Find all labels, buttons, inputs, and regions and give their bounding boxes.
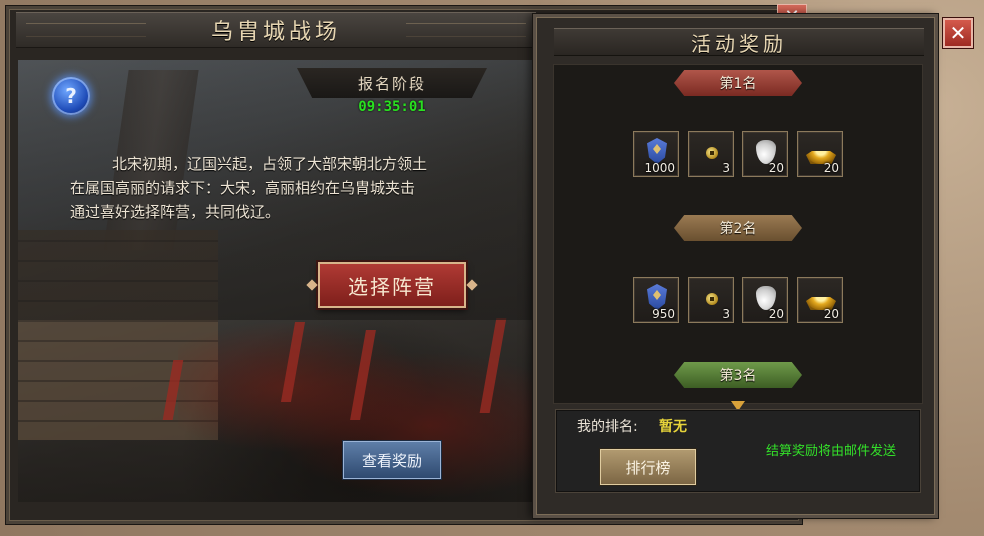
rewards-title: 活动奖励: [691, 31, 787, 56]
story-line: 在属国高丽的请求下：大宋，高丽相约在乌胄城夹击: [70, 179, 416, 197]
title-ornament-left: [26, 23, 146, 37]
rank-banner-1: 第1名: [674, 70, 802, 96]
reward-count: 20: [823, 307, 839, 321]
reward-count: 3: [722, 161, 730, 175]
phase-label: 报名阶段: [357, 74, 426, 93]
copper-coin-icon: [706, 293, 718, 305]
reward-slot[interactable]: 950: [633, 277, 679, 323]
close-button[interactable]: ✕: [943, 18, 973, 48]
view-rewards-button[interactable]: 查看奖励: [343, 441, 441, 479]
reward-slot[interactable]: 20: [797, 277, 843, 323]
copper-coin-icon: [706, 147, 718, 159]
reward-count: 950: [652, 307, 675, 321]
rank-label: 第2名: [719, 221, 757, 237]
choose-camp-label: 选择阵营: [348, 274, 436, 299]
battlefield-title-bar: 乌胄城战场: [16, 12, 536, 48]
leaderboard-button[interactable]: 排行榜: [600, 449, 696, 485]
story-line: 北宋初期，辽国兴起，占领了大部宋朝北方领土: [112, 155, 428, 173]
rank-banner-3: 第3名: [674, 362, 802, 388]
rank-banner-2: 第2名: [674, 215, 802, 241]
title-ornament-right: [406, 23, 526, 37]
help-glyph: ?: [65, 84, 77, 108]
my-rank-label: 我的排名:: [577, 419, 638, 435]
rewards-title-bar: 活动奖励: [554, 28, 924, 56]
choose-camp-button[interactable]: 选择阵营: [306, 262, 478, 308]
phase-banner: 报名阶段: [297, 68, 487, 98]
leaderboard-label: 排行榜: [625, 458, 671, 477]
reward-slot[interactable]: 1000: [633, 131, 679, 177]
rank-label: 第1名: [719, 76, 757, 92]
countdown-timer: 09:35:01: [358, 99, 426, 115]
reward-slot[interactable]: 3: [688, 131, 734, 177]
mail-notice: 结算奖励将由邮件发送: [766, 444, 897, 459]
help-icon[interactable]: ?: [52, 77, 90, 115]
story-text: 北宋初期，辽国兴起，占领了大部宋朝北方领土 在属国高丽的请求下：大宋，高丽相约在…: [70, 152, 540, 224]
reward-count: 1000: [644, 161, 675, 175]
rank-label: 第3名: [719, 368, 757, 384]
battlefield-title: 乌胄城战场: [210, 20, 341, 45]
reward-slot[interactable]: 3: [688, 277, 734, 323]
reward-count: 3: [722, 307, 730, 321]
view-rewards-label: 查看奖励: [361, 451, 422, 470]
close-icon: ✕: [949, 21, 967, 45]
reward-slot[interactable]: 20: [797, 131, 843, 177]
my-rank-value: 暂无: [659, 419, 687, 435]
story-line: 通过喜好选择阵营，共同伐辽。: [70, 203, 281, 221]
reward-count: 20: [768, 307, 784, 321]
reward-slot[interactable]: 20: [742, 277, 788, 323]
reward-slot[interactable]: 20: [742, 131, 788, 177]
reward-count: 20: [768, 161, 784, 175]
reward-count: 20: [823, 161, 839, 175]
